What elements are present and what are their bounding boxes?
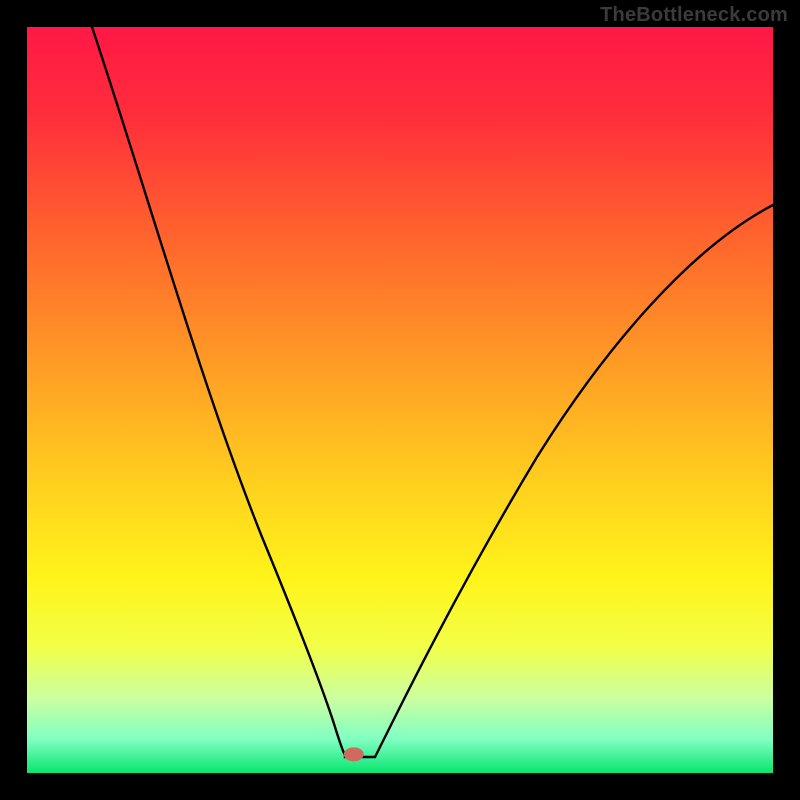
plot-background xyxy=(27,27,773,773)
bottleneck-plot xyxy=(27,27,773,773)
watermark-text: TheBottleneck.com xyxy=(600,4,788,27)
chart-stage: TheBottleneck.com xyxy=(0,0,800,800)
current-config-marker xyxy=(344,747,364,761)
plot-frame xyxy=(27,27,773,773)
